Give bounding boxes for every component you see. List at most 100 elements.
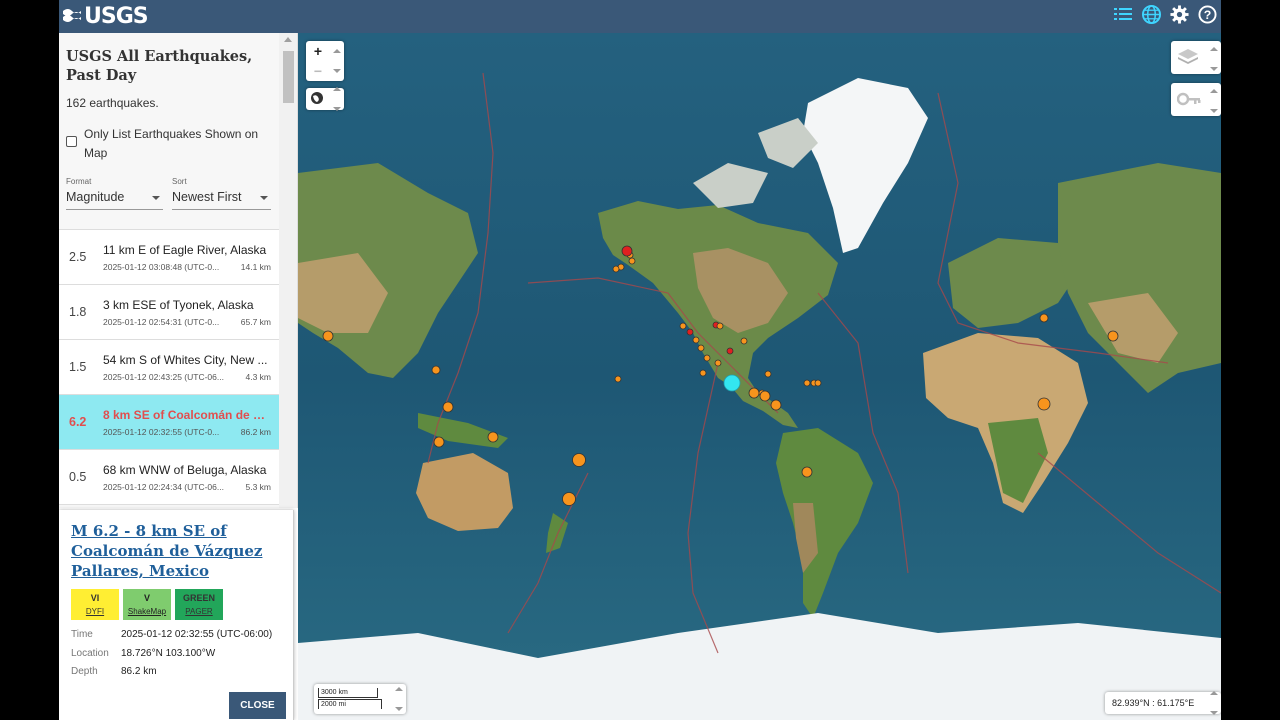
time-row: Time 2025-01-12 02:32:55 (UTC-06:00)	[71, 629, 272, 648]
scale-mi: 2000 mi	[318, 699, 382, 709]
format-select[interactable]: Magnitude	[66, 190, 163, 210]
key-icon[interactable]	[1176, 92, 1201, 111]
list-scrollbar[interactable]	[279, 33, 297, 508]
location-label: Location	[71, 647, 109, 659]
globe-icon[interactable]	[1141, 4, 1161, 24]
chevron-up-icon	[395, 687, 403, 691]
feed-title: USGS All Earthquakes, Past Day	[66, 48, 253, 84]
depth: 65.7 km	[240, 317, 271, 327]
scale-bar: 3000 km 2000 mi	[318, 688, 384, 710]
dyfi-badge[interactable]: VI DYFI	[71, 589, 119, 620]
only-list-label: Only List Earthquakes Shown on Map	[84, 127, 259, 160]
chevron-up-icon	[1210, 691, 1218, 695]
list-item[interactable]: 1.5 54 km S of Whites City, New ... 2025…	[59, 340, 279, 395]
zoom-control: + −	[306, 41, 344, 81]
coordinates-value: 82.939°N : 61.175°E	[1112, 698, 1195, 708]
list-item[interactable]: 1.8 3 km ESE of Tyonek, Alaska 2025-01-1…	[59, 285, 279, 340]
time-label: Time	[71, 629, 93, 640]
chevron-down-icon	[395, 707, 403, 711]
zoom-out-button[interactable]: −	[306, 61, 330, 81]
magnitude: 2.5	[69, 250, 87, 264]
earthquake-list: 2.5 11 km E of Eagle River, Alaska 2025-…	[59, 229, 279, 505]
shakemap-label: ShakeMap	[127, 607, 167, 616]
depth: 5.3 km	[245, 482, 271, 492]
world-map[interactable]	[298, 33, 1221, 720]
pager-value: GREEN	[182, 593, 215, 603]
scale-km: 3000 km	[318, 688, 378, 698]
chevron-down-icon	[1210, 711, 1218, 715]
earthquake-count: 162 earthquakes.	[66, 96, 159, 110]
format-label: Format	[66, 177, 92, 186]
location-row: Location 18.726°N 103.100°W	[71, 648, 272, 667]
pager-badge[interactable]: GREEN PAGER	[175, 589, 223, 620]
depth: 4.3 km	[245, 372, 271, 382]
impact-badges: VI DYFI V ShakeMap GREEN PAGER	[71, 589, 223, 620]
time: 2025-01-12 02:32:55 (UTC-0...	[103, 427, 220, 437]
depth: 14.1 km	[240, 262, 271, 272]
sort-label: Sort	[172, 177, 187, 186]
projection-spinner[interactable]	[332, 81, 342, 117]
time: 2025-01-12 03:08:48 (UTC-0...	[103, 262, 220, 272]
usgs-logo[interactable]: USGS	[62, 3, 149, 29]
coords-spinner[interactable]	[1209, 685, 1219, 720]
place: 8 km SE of Coalcomán de Vá...	[103, 408, 271, 422]
legend-control[interactable]	[1171, 83, 1221, 116]
format-select-group: Format Magnitude	[66, 177, 163, 210]
location-value: 18.726°N 103.100°W	[121, 647, 216, 659]
gear-icon[interactable]	[1169, 4, 1189, 24]
layers-control[interactable]	[1171, 41, 1221, 74]
chevron-down-icon	[333, 107, 341, 111]
layers-spinner[interactable]	[1209, 41, 1219, 77]
chevron-up-icon	[333, 49, 341, 53]
header-bar: USGS ?	[59, 0, 1221, 33]
only-list-checkbox[interactable]	[66, 136, 77, 147]
dyfi-label: DYFI	[85, 607, 105, 616]
help-icon[interactable]: ?	[1197, 4, 1217, 24]
chevron-down-icon	[333, 69, 341, 73]
magnitude: 1.8	[69, 305, 87, 319]
selected-earthquake-marker[interactable]	[723, 374, 741, 392]
event-title-link[interactable]: M 6.2 - 8 km SE of Coalcomán de Vázquez …	[71, 521, 281, 581]
layers-icon[interactable]	[1177, 47, 1199, 72]
depth-value: 86.2 km	[121, 666, 157, 677]
format-value: Magnitude	[66, 190, 125, 204]
place: 11 km E of Eagle River, Alaska	[103, 243, 267, 257]
time-value: 2025-01-12 02:32:55 (UTC-06:00)	[121, 629, 273, 640]
cursor-coordinates: 82.939°N : 61.175°E	[1105, 691, 1221, 715]
projection-control[interactable]	[306, 87, 344, 111]
magnitude: 0.5	[69, 470, 87, 484]
place: 3 km ESE of Tyonek, Alaska	[103, 298, 254, 312]
chevron-down-icon	[260, 196, 268, 200]
svg-text:?: ?	[1203, 7, 1211, 21]
globe-toggle-icon[interactable]	[310, 91, 324, 110]
list-item[interactable]: 2.5 11 km E of Eagle River, Alaska 2025-…	[59, 230, 279, 285]
shakemap-value: V	[143, 593, 150, 603]
scroll-thumb[interactable]	[283, 51, 294, 103]
list-item[interactable]: 0.5 68 km WNW of Beluga, Alaska 2025-01-…	[59, 450, 279, 505]
chevron-up-icon	[333, 87, 341, 91]
scale-spinner[interactable]	[394, 681, 404, 717]
map-view[interactable]: + − 3000 km 2000 mi 82.939°N: 61.175°E	[298, 33, 1221, 720]
sort-select-group: Sort Newest First	[172, 177, 271, 210]
list-icon[interactable]	[1113, 4, 1133, 24]
dyfi-value: VI	[90, 593, 100, 603]
time: 2025-01-12 02:24:34 (UTC-06...	[103, 482, 224, 492]
sort-select[interactable]: Newest First	[172, 190, 271, 210]
close-button[interactable]: CLOSE	[229, 692, 286, 719]
list-item-selected[interactable]: 6.2 8 km SE of Coalcomán de Vá... 2025-0…	[59, 395, 279, 450]
sort-value: Newest First	[172, 190, 242, 204]
zoom-in-button[interactable]: +	[306, 41, 330, 61]
scroll-up-arrow-icon[interactable]	[284, 37, 292, 42]
place: 68 km WNW of Beluga, Alaska	[103, 463, 267, 477]
time: 2025-01-12 02:43:25 (UTC-06...	[103, 372, 224, 382]
depth-label: Depth	[71, 666, 98, 677]
depth-row: Depth 86.2 km	[71, 666, 272, 685]
earthquake-list-panel: USGS All Earthquakes, Past Day 162 earth…	[59, 33, 298, 508]
shakemap-badge[interactable]: V ShakeMap	[123, 589, 171, 620]
scale-control: 3000 km 2000 mi	[314, 684, 406, 714]
time: 2025-01-12 02:54:31 (UTC-0...	[103, 317, 220, 327]
pager-label: PAGER	[185, 607, 213, 616]
zoom-spinner[interactable]	[332, 43, 342, 79]
chevron-up-icon	[1210, 89, 1218, 93]
legend-spinner[interactable]	[1209, 83, 1219, 119]
